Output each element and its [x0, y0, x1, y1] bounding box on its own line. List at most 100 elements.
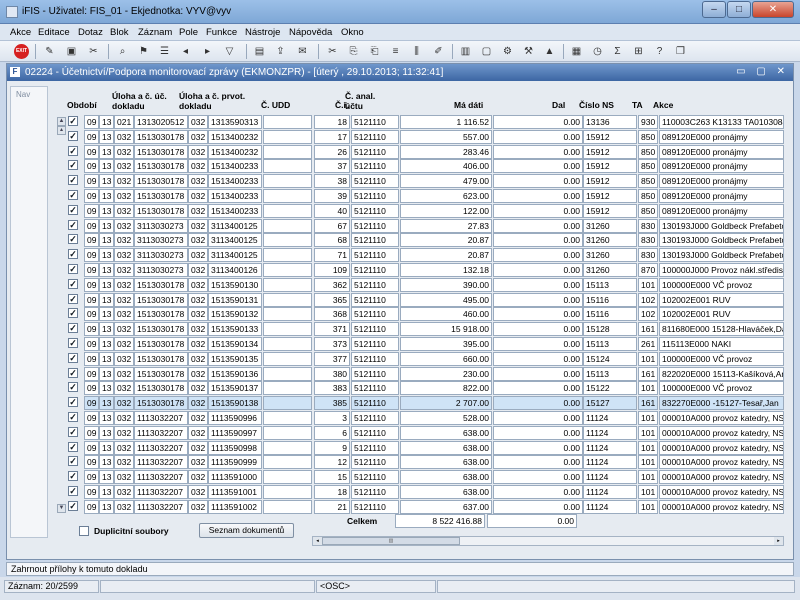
row-checkbox[interactable]: ✓	[68, 175, 78, 186]
scroll-up-icon[interactable]: ▲	[57, 117, 66, 126]
cell-doklad2[interactable]: 1513590136	[208, 366, 262, 381]
cell-year[interactable]: 13	[99, 248, 114, 263]
cell-ma-dati[interactable]: 528.00	[400, 411, 492, 425]
cell-year[interactable]: 13	[99, 470, 114, 485]
row-checkbox[interactable]: ✓	[68, 426, 78, 437]
menu-dotaz[interactable]: Dotaz	[78, 27, 103, 38]
cell-udd[interactable]	[263, 115, 312, 129]
cell-akce[interactable]: 000010A000 provoz katedry, NS	[659, 499, 784, 514]
cell-anal[interactable]: 5121110	[351, 499, 399, 514]
row-checkbox[interactable]: ✓	[68, 308, 78, 319]
count-query-icon[interactable]: ☰	[157, 44, 172, 59]
cell-dal[interactable]: 0.00	[493, 470, 583, 485]
cell-cr[interactable]: 362	[314, 277, 350, 292]
cell-year[interactable]: 13	[99, 174, 114, 189]
cell-year[interactable]: 13	[99, 396, 114, 411]
cell-cr[interactable]: 371	[314, 322, 350, 337]
cell-doklad2[interactable]: 1513400233	[208, 174, 262, 189]
cell-cr[interactable]: 39	[314, 189, 350, 203]
cell-udd[interactable]	[263, 485, 312, 499]
cell-akce[interactable]: 000010A000 provoz katedry, NS	[659, 425, 784, 440]
cell-uloha1[interactable]: 032	[114, 203, 134, 218]
cell-dal[interactable]: 0.00	[493, 159, 583, 174]
nav-panel[interactable]: Nav	[10, 86, 48, 538]
cell-ta[interactable]: 161	[638, 322, 658, 337]
cell-ma-dati[interactable]: 15 918.00	[400, 322, 492, 337]
cell-udd[interactable]	[263, 337, 312, 351]
cell-year[interactable]: 13	[99, 189, 114, 203]
cell-cislo-ns[interactable]: 11124	[583, 425, 637, 440]
cell-ta[interactable]: 101	[638, 381, 658, 396]
cell-uloha1[interactable]: 032	[114, 322, 134, 337]
cell-dal[interactable]: 0.00	[493, 115, 583, 129]
cell-cislo-ns[interactable]: 11124	[583, 455, 637, 470]
cell-ma-dati[interactable]: 660.00	[400, 351, 492, 366]
cell-cislo-ns[interactable]: 15912	[583, 159, 637, 174]
cell-ma-dati[interactable]: 557.00	[400, 129, 492, 144]
cell-year[interactable]: 13	[99, 218, 114, 233]
cell-year[interactable]: 13	[99, 203, 114, 218]
cell-dal[interactable]: 0.00	[493, 263, 583, 277]
cell-uloha2[interactable]: 032	[188, 115, 208, 129]
cell-cislo-ns[interactable]: 15113	[583, 366, 637, 381]
cell-uloha1[interactable]: 032	[114, 351, 134, 366]
cell-dal[interactable]: 0.00	[493, 203, 583, 218]
cell-akce[interactable]: 000010A000 provoz katedry, NS	[659, 440, 784, 455]
table-row[interactable]: ✓ 09 13 032 1513030178 032 1513400233 38 5121110…	[66, 173, 784, 189]
cell-cislo-ns[interactable]: 15116	[583, 307, 637, 322]
cell-dal[interactable]: 0.00	[493, 440, 583, 455]
cell-akce[interactable]: 102002E001 RUV	[659, 307, 784, 322]
cell-doklad2[interactable]: 3113400125	[208, 218, 262, 233]
cell-doklad1[interactable]: 1113032207	[134, 455, 188, 470]
cell-ta[interactable]: 161	[638, 366, 658, 381]
row-checkbox[interactable]: ✓	[68, 204, 78, 215]
print-icon[interactable]: ▤	[252, 44, 267, 59]
scroll-right-icon[interactable]: ▸	[774, 537, 783, 545]
menu-okno[interactable]: Okno	[341, 27, 364, 38]
cell-uloha2[interactable]: 032	[188, 159, 208, 174]
tools-icon[interactable]: ⚒	[521, 44, 536, 59]
cell-doklad2[interactable]: 1113591000	[208, 470, 262, 485]
cell-uloha2[interactable]: 032	[188, 337, 208, 351]
cell-akce[interactable]: 100000E000 VČ provoz	[659, 381, 784, 396]
cell-dal[interactable]: 0.00	[493, 499, 583, 514]
cell-month[interactable]: 09	[84, 129, 99, 144]
cell-uloha2[interactable]: 032	[188, 322, 208, 337]
cell-ma-dati[interactable]: 395.00	[400, 337, 492, 351]
cell-doklad2[interactable]: 1513590133	[208, 322, 262, 337]
cell-cr[interactable]: 385	[314, 396, 350, 411]
cell-cislo-ns[interactable]: 11124	[583, 440, 637, 455]
cell-year[interactable]: 13	[99, 499, 114, 514]
cell-udd[interactable]	[263, 174, 312, 189]
cell-anal[interactable]: 5121110	[351, 159, 399, 174]
cell-cislo-ns[interactable]: 15113	[583, 337, 637, 351]
cell-akce[interactable]: 115113E000 NAKI	[659, 337, 784, 351]
cell-doklad1[interactable]: 1113032207	[134, 425, 188, 440]
cell-doklad2[interactable]: 1513590131	[208, 292, 262, 307]
cell-ta[interactable]: 161	[638, 396, 658, 411]
row-checkbox[interactable]: ✓	[68, 500, 78, 511]
row-checkbox[interactable]: ✓	[68, 471, 78, 482]
cell-doklad2[interactable]: 1513590138	[208, 396, 262, 411]
cell-cislo-ns[interactable]: 15128	[583, 322, 637, 337]
cell-cr[interactable]: 18	[314, 485, 350, 499]
cell-ma-dati[interactable]: 460.00	[400, 307, 492, 322]
table-row[interactable]: ✓ 09 13 032 1113032207 032 1113590996 3 5121110 5…	[66, 410, 784, 425]
cell-ta[interactable]: 930	[638, 115, 658, 129]
cell-ma-dati[interactable]: 20.87	[400, 233, 492, 248]
cell-uloha1[interactable]: 032	[114, 277, 134, 292]
edit-icon[interactable]: ✐	[431, 44, 446, 59]
row-checkbox[interactable]: ✓	[68, 382, 78, 393]
cell-uloha1[interactable]: 032	[114, 218, 134, 233]
cell-ta[interactable]: 101	[638, 470, 658, 485]
cell-udd[interactable]	[263, 322, 312, 337]
table-row[interactable]: ✓ 09 13 032 1513030178 032 1513590136 380 512111…	[66, 366, 784, 381]
cell-month[interactable]: 09	[84, 292, 99, 307]
cell-uloha1[interactable]: 032	[114, 381, 134, 396]
cell-year[interactable]: 13	[99, 337, 114, 351]
cell-ma-dati[interactable]: 623.00	[400, 189, 492, 203]
cell-doklad1[interactable]: 1113032207	[134, 499, 188, 514]
cell-uloha2[interactable]: 032	[188, 425, 208, 440]
cell-ta[interactable]: 850	[638, 203, 658, 218]
cell-udd[interactable]	[263, 381, 312, 396]
